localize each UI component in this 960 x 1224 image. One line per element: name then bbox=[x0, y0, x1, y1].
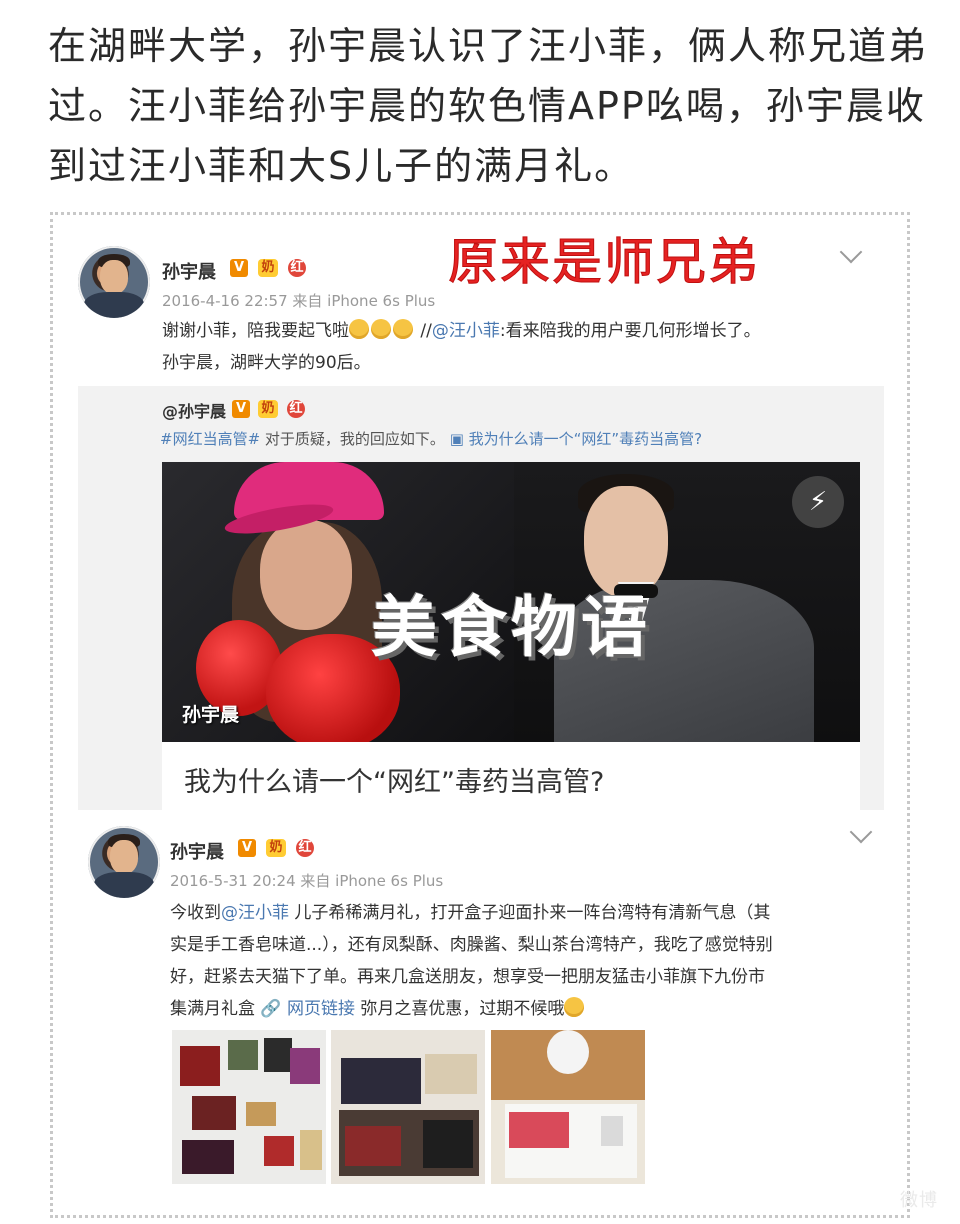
post1-line2: 孙宇晨，湖畔大学的90后。 bbox=[162, 353, 371, 373]
post1-text: 谢谢小菲，陪我要起飞啦 //@汪小菲:看来陪我的用户要几何形增长了。 bbox=[162, 316, 761, 346]
post2-line3: 好，赶紧去天猫下了单。再来几盒送朋友，想享受一把朋友猛击小菲旗下九份市 bbox=[170, 967, 765, 987]
member-badge: 奶 bbox=[258, 259, 278, 277]
post2-line4b: 弥月之喜优惠，过期不候哦 bbox=[354, 999, 565, 1019]
post2-line2: 实是手工香皂味道...），还有凤梨酥、肉臊酱、梨山茶台湾特产，我吃了感觉特别 bbox=[170, 935, 773, 955]
avatar[interactable] bbox=[88, 826, 160, 898]
avatar[interactable] bbox=[78, 246, 150, 318]
post2-line4: 集满月礼盒 🔗 网页链接 弥月之喜优惠，过期不候哦 bbox=[170, 994, 586, 1024]
post1-username[interactable]: 孙宇晨 bbox=[162, 258, 216, 284]
headline: 在湖畔大学，孙宇晨认识了汪小菲，俩人称兄道弟过。汪小菲给孙宇晨的软色情APP吆喝… bbox=[48, 24, 929, 188]
member-badge: 奶 bbox=[266, 839, 286, 857]
post2-username[interactable]: 孙宇晨 bbox=[170, 838, 224, 864]
thumbnail-image[interactable] bbox=[491, 1030, 645, 1184]
verified-badge: V bbox=[238, 839, 256, 857]
flash-icon[interactable]: ⚡ bbox=[792, 476, 844, 528]
mention-link[interactable]: @汪小菲 bbox=[432, 321, 500, 341]
cat-emoji-icon bbox=[349, 319, 369, 339]
repost-block[interactable]: @孙宇晨 V 奶 红 #网红当高管# 对于质疑，我的回应如下。 ▣ 我为什么请一… bbox=[78, 386, 884, 810]
post1-meta: 2016-4-16 22:57 来自 iPhone 6s Plus bbox=[162, 292, 436, 310]
thumbnail-image[interactable] bbox=[172, 1030, 326, 1184]
repost-text: #网红当高管# 对于质疑，我的回应如下。 ▣ 我为什么请一个“网红”毒药当高管? bbox=[160, 428, 702, 449]
mention-link[interactable]: @汪小菲 bbox=[221, 903, 289, 923]
red-badge: 红 bbox=[288, 259, 306, 277]
cat-emoji-icon bbox=[393, 319, 413, 339]
article-title[interactable]: 我为什么请一个“网红”毒药当高管? bbox=[184, 760, 604, 799]
hashtag-link[interactable]: #网红当高管# bbox=[160, 430, 260, 448]
article-photo: ⚡ 美食物语 孙宇晨 bbox=[162, 462, 860, 742]
verified-badge: V bbox=[232, 400, 250, 418]
post2-line4a: 集满月礼盒 bbox=[170, 999, 261, 1019]
member-badge: 奶 bbox=[258, 400, 278, 418]
smile-emoji-icon bbox=[564, 997, 585, 1017]
post2-line1b: 儿子希稀满月礼，打开盒子迎面扑来一阵台湾特有清新气息（其 bbox=[289, 903, 771, 923]
post1-text-after: // bbox=[415, 321, 432, 341]
thumbnail-image[interactable] bbox=[331, 1030, 485, 1184]
red-badge: 红 bbox=[287, 400, 305, 418]
post2-line1a: 今收到 bbox=[170, 903, 221, 923]
repost-body: 对于质疑，我的回应如下。 bbox=[260, 430, 450, 448]
article-link[interactable]: ▣ 我为什么请一个“网红”毒药当高管? bbox=[450, 430, 702, 448]
article-card[interactable]: ⚡ 美食物语 孙宇晨 我为什么请一个“网红”毒药当高管? bbox=[162, 462, 860, 810]
watermark-footer: 微博 bbox=[900, 1190, 938, 1211]
post1-text-rest: :看来陪我的用户要几何形增长了。 bbox=[499, 321, 761, 341]
verified-badge: V bbox=[230, 259, 248, 277]
web-link[interactable]: 🔗 网页链接 bbox=[260, 999, 355, 1019]
post2-line1: 今收到@汪小菲 儿子希稀满月礼，打开盒子迎面扑来一阵台湾特有清新气息（其 bbox=[170, 898, 770, 928]
post1-text-before: 谢谢小菲，陪我要起飞啦 bbox=[162, 321, 349, 341]
post2-meta: 2016-5-31 20:24 来自 iPhone 6s Plus bbox=[170, 872, 444, 890]
repost-username[interactable]: @孙宇晨 bbox=[162, 398, 226, 422]
photo-tag: 孙宇晨 bbox=[182, 704, 240, 726]
red-badge: 红 bbox=[296, 839, 314, 857]
watermark-text: 美食物语 bbox=[371, 589, 651, 666]
cat-emoji-icon bbox=[371, 319, 391, 339]
overlay-caption: 原来是师兄弟 bbox=[448, 233, 760, 292]
